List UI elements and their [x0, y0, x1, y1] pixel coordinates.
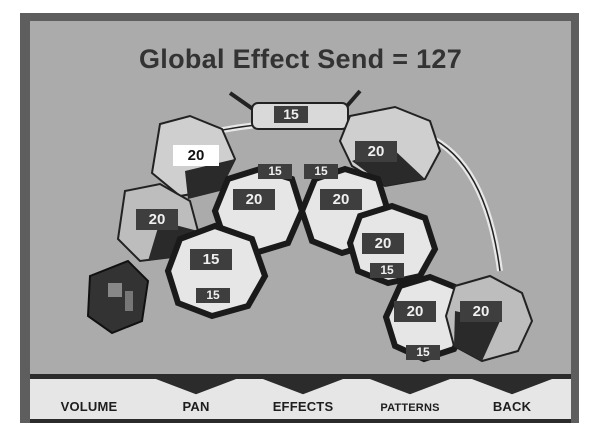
left-crash-send-value[interactable]: 15: [258, 164, 292, 179]
bottom-toolbar: VOLUME PAN EFFECTS PATTERNS BACK: [30, 374, 571, 423]
back-button[interactable]: BACK: [453, 379, 571, 419]
floor-tom1-send-value[interactable]: 15: [370, 263, 404, 278]
patterns-button[interactable]: PATTERNS: [351, 379, 469, 419]
hihat-value[interactable]: 20: [136, 209, 178, 230]
pan-button[interactable]: PAN: [137, 379, 255, 419]
snare-value[interactable]: 15: [190, 249, 232, 270]
effects-button[interactable]: EFFECTS: [244, 379, 362, 419]
floor-tom2-send-value[interactable]: 15: [406, 345, 440, 360]
pan-label: PAN: [182, 399, 210, 414]
floor-tom1-value[interactable]: 20: [362, 233, 404, 254]
right-crash-value[interactable]: 20: [460, 301, 502, 322]
snare-send-value[interactable]: 15: [196, 288, 230, 303]
patterns-label: PATTERNS: [380, 402, 440, 414]
kit-stage: Global Effect Send = 127 15 20 15 20 15 …: [30, 21, 571, 374]
effects-label: EFFECTS: [272, 399, 334, 414]
top-center-value[interactable]: 15: [274, 106, 308, 123]
right-ride-send-value[interactable]: 15: [304, 164, 338, 179]
right-ride-value[interactable]: 20: [355, 141, 397, 162]
left-crash-value[interactable]: 20: [173, 145, 219, 166]
tom1-value[interactable]: 20: [233, 189, 275, 210]
floor-tom2-value[interactable]: 20: [394, 301, 436, 322]
volume-button[interactable]: VOLUME: [30, 379, 148, 419]
back-label: BACK: [492, 399, 532, 414]
tom2-value[interactable]: 20: [320, 189, 362, 210]
volume-label: VOLUME: [60, 399, 118, 414]
